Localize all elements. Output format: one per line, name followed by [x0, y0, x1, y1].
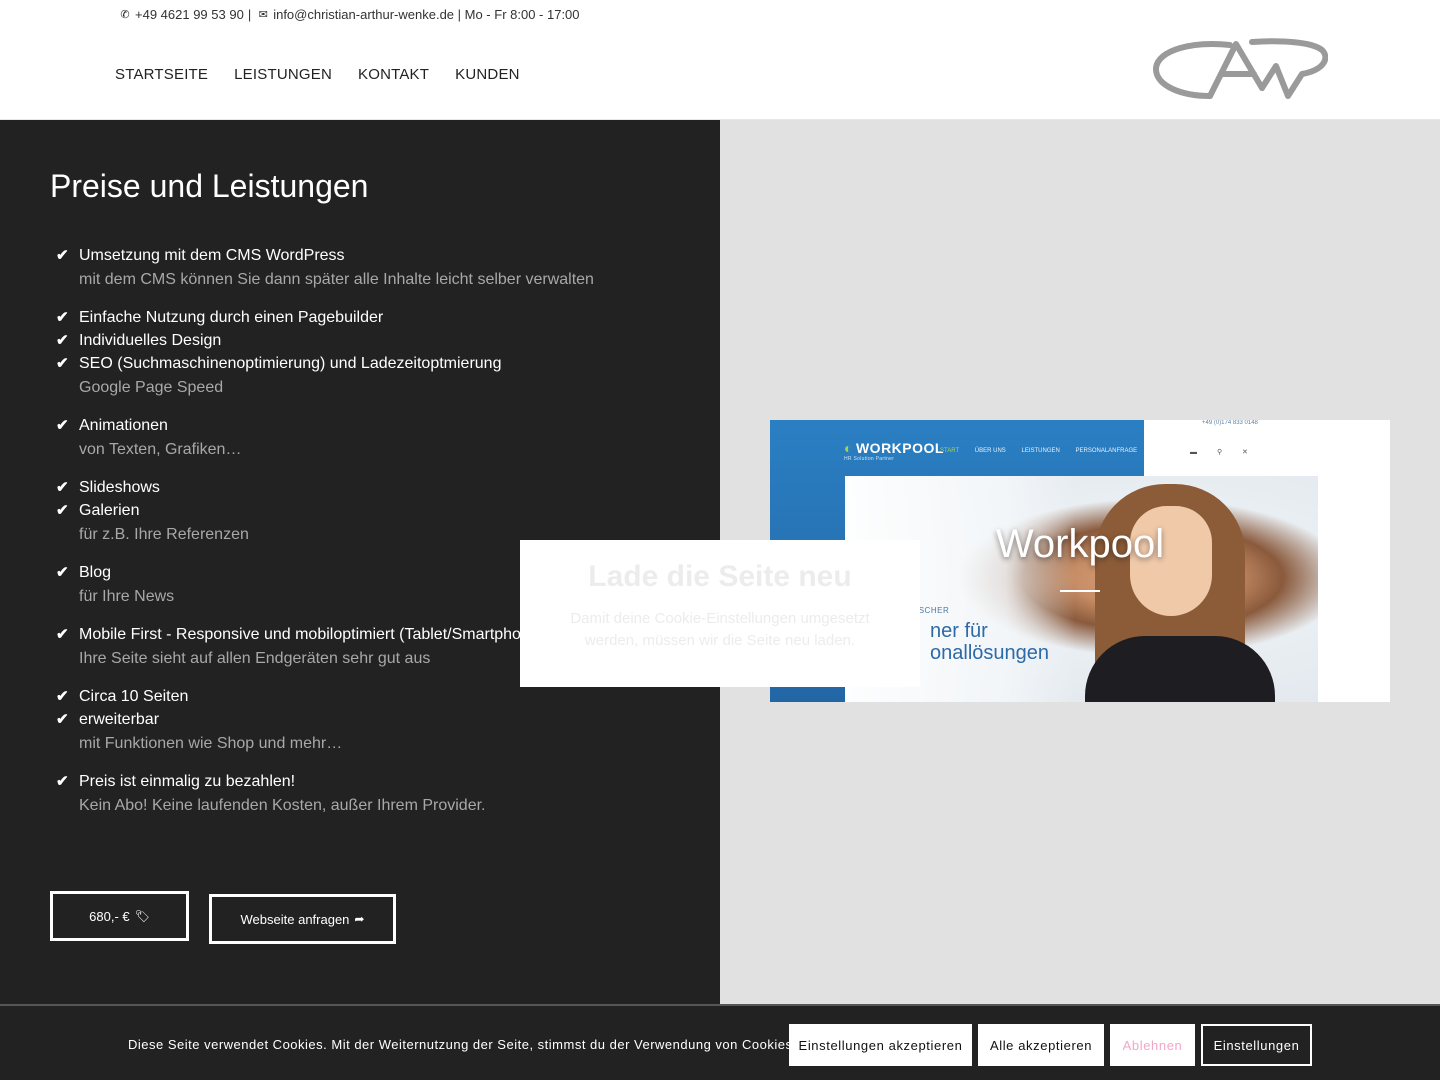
- check-icon: ✔: [56, 332, 69, 349]
- mail-icon: ✉: [258, 9, 268, 21]
- feature-item: ✔ Umsetzung mit dem CMS WordPress mit de…: [56, 244, 696, 290]
- cookie-bar: Diese Seite verwendet Cookies. Mit der W…: [0, 1004, 1440, 1080]
- check-icon: ✔: [56, 355, 69, 372]
- feature-item: ✔ Einfache Nutzung durch einen Pagebuild…: [56, 306, 696, 329]
- modal-text: Damit deine Cookie-Einstellungen umgeset…: [570, 610, 870, 649]
- accept-settings-button[interactable]: Einstellungen akzeptieren: [789, 1024, 972, 1066]
- photo-jacket: [1085, 636, 1275, 702]
- preview-nav-item: LEISTUNGEN: [1021, 448, 1060, 454]
- check-icon: ✔: [56, 309, 69, 326]
- check-icon: ✔: [56, 564, 69, 581]
- feature-item: ✔ Slideshows: [56, 476, 696, 499]
- feature-title: Einfache Nutzung durch einen Pagebuilder: [79, 309, 384, 326]
- nav-kunden[interactable]: KUNDEN: [455, 66, 520, 83]
- price-button[interactable]: 680,- € 🏷: [50, 891, 189, 941]
- settings-button[interactable]: Einstellungen: [1201, 1024, 1312, 1066]
- nav-startseite[interactable]: STARTSEITE: [115, 66, 208, 83]
- feature-title: Individuelles Design: [79, 332, 222, 349]
- email-hours[interactable]: info@christian-arthur-wenke.de | Mo - Fr…: [273, 7, 579, 22]
- preview-phone: +49 (0)174 833 0148: [1202, 420, 1258, 426]
- contact-separator: |: [247, 7, 252, 22]
- decline-button[interactable]: Ablehnen: [1110, 1024, 1195, 1066]
- feature-item: ✔ Circa 10 Seiten: [56, 685, 696, 708]
- feature-item: ✔ Galerien für z.B. Ihre Referenzen: [56, 499, 696, 545]
- check-icon: ✔: [56, 417, 69, 434]
- modal-title: Lade die Seite neu: [588, 560, 852, 593]
- feature-subtitle: mit dem CMS können Sie dann später alle …: [79, 271, 594, 288]
- title-underline: [1060, 590, 1100, 592]
- preview-headline-line1: ner für: [930, 620, 988, 642]
- workpool-swirl-icon: ◐: [844, 440, 853, 456]
- feature-subtitle: mit Funktionen wie Shop und mehr…: [79, 735, 343, 752]
- feature-item: ✔ erweiterbar mit Funktionen wie Shop un…: [56, 708, 696, 754]
- check-icon: ✔: [56, 502, 69, 519]
- request-label: Webseite anfragen: [240, 911, 350, 927]
- site-header: ✆ +49 4621 99 53 90 | ✉ info@christian-a…: [0, 0, 1440, 120]
- phone-icon: ✆: [120, 9, 130, 21]
- feature-subtitle: Google Page Speed: [79, 379, 224, 396]
- preview-logo: ◐ WORKPOOL HR Solution Partner: [844, 440, 944, 462]
- feature-item: ✔ SEO (Suchmaschinenoptimierung) und Lad…: [56, 352, 696, 398]
- nav-leistungen[interactable]: LEISTUNGEN: [234, 66, 332, 83]
- feature-title: Umsetzung mit dem CMS WordPress: [79, 247, 345, 264]
- feature-title: SEO (Suchmaschinenoptimierung) und Ladez…: [79, 355, 502, 372]
- check-icon: ✔: [56, 773, 69, 790]
- feature-title: Galerien: [79, 502, 140, 519]
- caw-logo[interactable]: [1152, 36, 1328, 104]
- share-arrow-icon: ➦: [354, 912, 365, 926]
- feature-list: ✔ Umsetzung mit dem CMS WordPress mit de…: [56, 244, 696, 816]
- main-nav: STARTSEITE LEISTUNGEN KONTAKT KUNDEN: [115, 66, 546, 83]
- feature-title: Slideshows: [79, 479, 160, 496]
- check-icon: ✔: [56, 626, 69, 643]
- feature-title: Animationen: [79, 417, 168, 434]
- preview-nav-item: ÜBER UNS: [974, 448, 1006, 454]
- preview-headline-line2: onallösungen: [930, 642, 1049, 664]
- preview-headline: ner für onallösungen: [930, 620, 1049, 664]
- preview-nav: START ÜBER UNS LEISTUNGEN PERSONALANFRAG…: [940, 448, 1151, 454]
- preview-tagline: ISCHER: [916, 606, 950, 615]
- page-title: Preise und Leistungen: [50, 168, 369, 204]
- request-website-button[interactable]: Webseite anfragen ➦: [209, 894, 396, 944]
- check-icon: ✔: [56, 711, 69, 728]
- preview-nav-item: PERSONALANFRAGE: [1075, 448, 1138, 454]
- preview-logo-sub: HR Solution Partner: [844, 456, 895, 462]
- preview-icons: ▬ ⚲ ✕: [1190, 448, 1266, 456]
- check-icon: ✔: [56, 479, 69, 496]
- feature-subtitle: Kein Abo! Keine laufenden Kosten, außer …: [79, 797, 486, 814]
- cookie-text: Diese Seite verwendet Cookies. Mit der W…: [128, 1037, 816, 1052]
- feature-title: Preis ist einmalig zu bezahlen!: [79, 773, 296, 790]
- check-icon: ✔: [56, 247, 69, 264]
- feature-item: ✔ Individuelles Design: [56, 329, 696, 352]
- price-label: 680,- €: [89, 908, 130, 924]
- feature-title: Circa 10 Seiten: [79, 688, 189, 705]
- check-icon: ✔: [56, 688, 69, 705]
- feature-title: erweiterbar: [79, 711, 160, 728]
- feature-item: ✔ Preis ist einmalig zu bezahlen! Kein A…: [56, 770, 696, 816]
- nav-kontakt[interactable]: KONTAKT: [358, 66, 429, 83]
- preview-nav-item: START: [940, 448, 960, 454]
- feature-item: ✔ Animationen von Texten, Grafiken…: [56, 414, 696, 460]
- search-icon: ⚲: [1216, 449, 1223, 456]
- feature-subtitle: von Texten, Grafiken…: [79, 441, 242, 458]
- reload-modal: Lade die Seite neu Damit deine Cookie-Ei…: [520, 540, 920, 687]
- tag-icon: 🏷: [134, 909, 150, 923]
- contact-line: ✆ +49 4621 99 53 90 | ✉ info@christian-a…: [118, 7, 579, 22]
- accept-all-button[interactable]: Alle akzeptieren: [978, 1024, 1104, 1066]
- german-flag-icon: ▬: [1190, 449, 1197, 456]
- close-icon: ✕: [1242, 449, 1248, 456]
- phone-number[interactable]: +49 4621 99 53 90: [135, 7, 244, 22]
